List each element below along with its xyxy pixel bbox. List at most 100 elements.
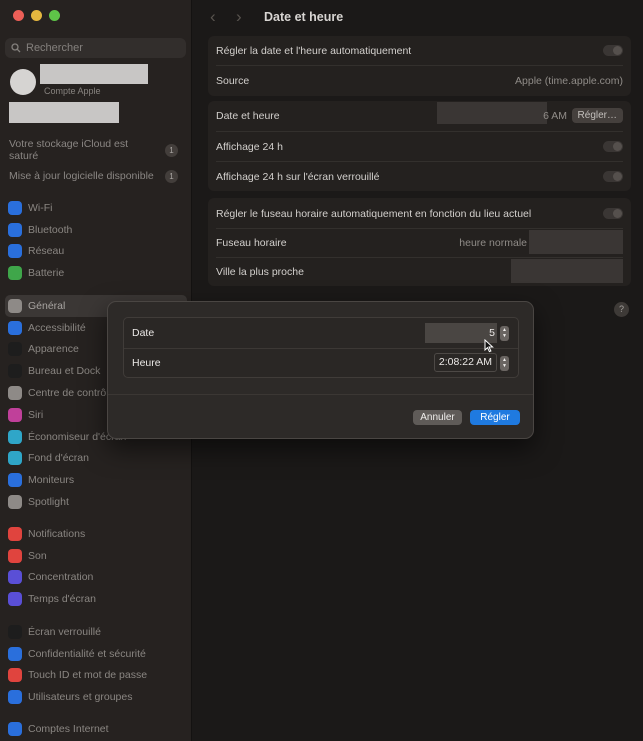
datetime-label: Date et heure	[216, 109, 280, 122]
account-name-redacted[interactable]	[40, 64, 148, 84]
cancel-button[interactable]: Annuler	[413, 410, 462, 425]
sidebar-item-bluetooth[interactable]: Bluetooth	[0, 219, 191, 241]
timezone-label: Fuseau horaire	[216, 236, 287, 249]
sidebar-item-label: Wi-Fi	[28, 201, 53, 214]
gear-icon	[8, 298, 22, 313]
network-icon	[8, 244, 22, 259]
sidebar-item-label: Batterie	[28, 267, 65, 280]
source-value: Apple (time.apple.com)	[515, 74, 623, 87]
time-row: Heure 2:08:22 AM ▲ ▼	[124, 348, 518, 378]
avatar[interactable]	[10, 69, 36, 95]
date-time-card: Date et heure 6 AM Régler… Affichage 24 …	[208, 101, 631, 191]
sidebar-item-label: Réseau	[28, 245, 65, 258]
chevron-down-icon[interactable]: ▼	[502, 333, 507, 339]
auto-time-toggle[interactable]	[603, 45, 623, 56]
sidebar-item-screen-time[interactable]: Temps d'écran	[0, 588, 191, 610]
24h-toggle[interactable]	[603, 141, 623, 152]
sidebar-item-label: Touch ID et mot de passe	[28, 669, 148, 682]
lock-screen-icon	[8, 624, 22, 639]
sidebar-item-display[interactable]: Moniteurs	[0, 469, 191, 491]
closest-city-label: Ville la plus proche	[216, 265, 304, 278]
sidebar-item-users[interactable]: Utilisateurs et groupes	[0, 686, 191, 708]
auto-timezone-toggle[interactable]	[603, 208, 623, 219]
sidebar-item-label: Apparence	[28, 343, 79, 356]
time-field[interactable]: 2:08:22 AM	[433, 353, 497, 372]
wallpaper-icon	[8, 451, 22, 466]
sidebar-item-focus[interactable]: Concentration	[0, 567, 191, 589]
timezone-row: Fuseau horaire heure normale	[208, 228, 631, 257]
software-update-notice[interactable]: Mise à jour logicielle disponible	[9, 170, 154, 182]
set-date-time-dialog: Date 5 ▲ ▼ Heure 2:08:22 AM ▲ ▼ Annuler …	[107, 301, 534, 439]
timezone-card: Régler le fuseau horaire automatiquement…	[208, 198, 631, 286]
back-chevron-icon[interactable]: ‹	[210, 7, 222, 27]
spotlight-icon	[8, 495, 22, 510]
set-button[interactable]: Régler	[470, 410, 520, 425]
sidebar-item-label: Général	[28, 299, 66, 312]
toolbar: ‹ › Date et heure	[193, 0, 643, 34]
sidebar-item-network[interactable]: Réseau	[0, 241, 191, 263]
focus-icon	[8, 570, 22, 585]
24h-label: Affichage 24 h	[216, 140, 283, 153]
date-row: Date 5 ▲ ▼	[124, 318, 518, 348]
appearance-icon	[8, 342, 22, 357]
display-icon	[8, 473, 22, 488]
battery-icon	[8, 266, 22, 281]
datetime-row: Date et heure 6 AM Régler…	[208, 101, 631, 130]
sidebar-item-wifi[interactable]: Wi-Fi	[0, 197, 191, 219]
auto-time-label: Régler la date et l'heure automatiquemen…	[216, 44, 412, 57]
source-row: Source Apple (time.apple.com)	[208, 66, 631, 95]
sidebar-item-label: Écran verrouillé	[28, 625, 101, 638]
sidebar-item-label: Confidentialité et sécurité	[28, 647, 146, 660]
datetime-value-redacted	[437, 102, 547, 124]
sidebar-item-lock-screen[interactable]: Écran verrouillé	[0, 621, 191, 643]
help-button[interactable]: ?	[614, 302, 629, 317]
icloud-storage-notice[interactable]: Votre stockage iCloud est saturé	[9, 138, 149, 162]
24h-lock-label: Affichage 24 h sur l'écran verrouillé	[216, 170, 380, 183]
time-label: Heure	[132, 357, 161, 369]
auto-time-row: Régler la date et l'heure automatiquemen…	[208, 36, 631, 65]
sidebar-item-privacy[interactable]: Confidentialité et sécurité	[0, 643, 191, 665]
forward-chevron-icon[interactable]: ›	[236, 7, 248, 27]
touch-id-icon	[8, 668, 22, 683]
sidebar-item-spotlight[interactable]: Spotlight	[0, 491, 191, 513]
date-suffix: 5	[489, 327, 495, 339]
bluetooth-icon	[8, 222, 22, 237]
24h-lock-row: Affichage 24 h sur l'écran verrouillé	[208, 162, 631, 191]
sidebar-item-label: Accessibilité	[28, 321, 86, 334]
set-datetime-button[interactable]: Régler…	[571, 108, 623, 123]
closest-city-redacted[interactable]	[511, 259, 623, 283]
sidebar-item-label: Notifications	[28, 527, 86, 540]
sidebar-item-touch-id[interactable]: Touch ID et mot de passe	[0, 665, 191, 687]
auto-timezone-row: Régler le fuseau horaire automatiquement…	[208, 199, 631, 228]
zoom-window-button[interactable]	[49, 10, 60, 21]
sidebar-item-battery[interactable]: Batterie	[0, 262, 191, 284]
24h-lock-toggle[interactable]	[603, 171, 623, 182]
search-input[interactable]	[26, 42, 176, 54]
window-controls	[13, 10, 60, 21]
24h-row: Affichage 24 h	[208, 132, 631, 161]
sidebar-item-label: Comptes Internet	[28, 722, 109, 735]
close-window-button[interactable]	[13, 10, 24, 21]
sidebar-item-wallpaper[interactable]: Fond d'écran	[0, 448, 191, 470]
sidebar-item-label: Bluetooth	[28, 223, 73, 236]
timezone-value-redacted[interactable]	[529, 230, 623, 254]
siri-icon	[8, 407, 22, 422]
sidebar-item-label: Bureau et Dock	[28, 365, 101, 378]
internet-accounts-icon	[8, 721, 22, 736]
sidebar-item-sound[interactable]: Son	[0, 545, 191, 567]
screensaver-icon	[8, 429, 22, 444]
page-title: Date et heure	[264, 10, 344, 24]
sidebar-item-label: Spotlight	[28, 496, 69, 509]
chevron-down-icon[interactable]: ▼	[502, 363, 507, 369]
search-field[interactable]	[5, 38, 186, 58]
date-stepper[interactable]: ▲ ▼	[500, 325, 509, 341]
sound-icon	[8, 548, 22, 563]
minimize-window-button[interactable]	[31, 10, 42, 21]
users-icon	[8, 690, 22, 705]
sidebar-item-label: Temps d'écran	[28, 593, 96, 606]
time-stepper[interactable]: ▲ ▼	[500, 355, 509, 371]
sidebar-item-internet-accounts[interactable]: Comptes Internet	[0, 718, 191, 740]
sidebar-item-label: Siri	[28, 408, 44, 421]
sidebar-item-notifications[interactable]: Notifications	[0, 523, 191, 545]
sidebar-item-label: Utilisateurs et groupes	[28, 691, 133, 704]
